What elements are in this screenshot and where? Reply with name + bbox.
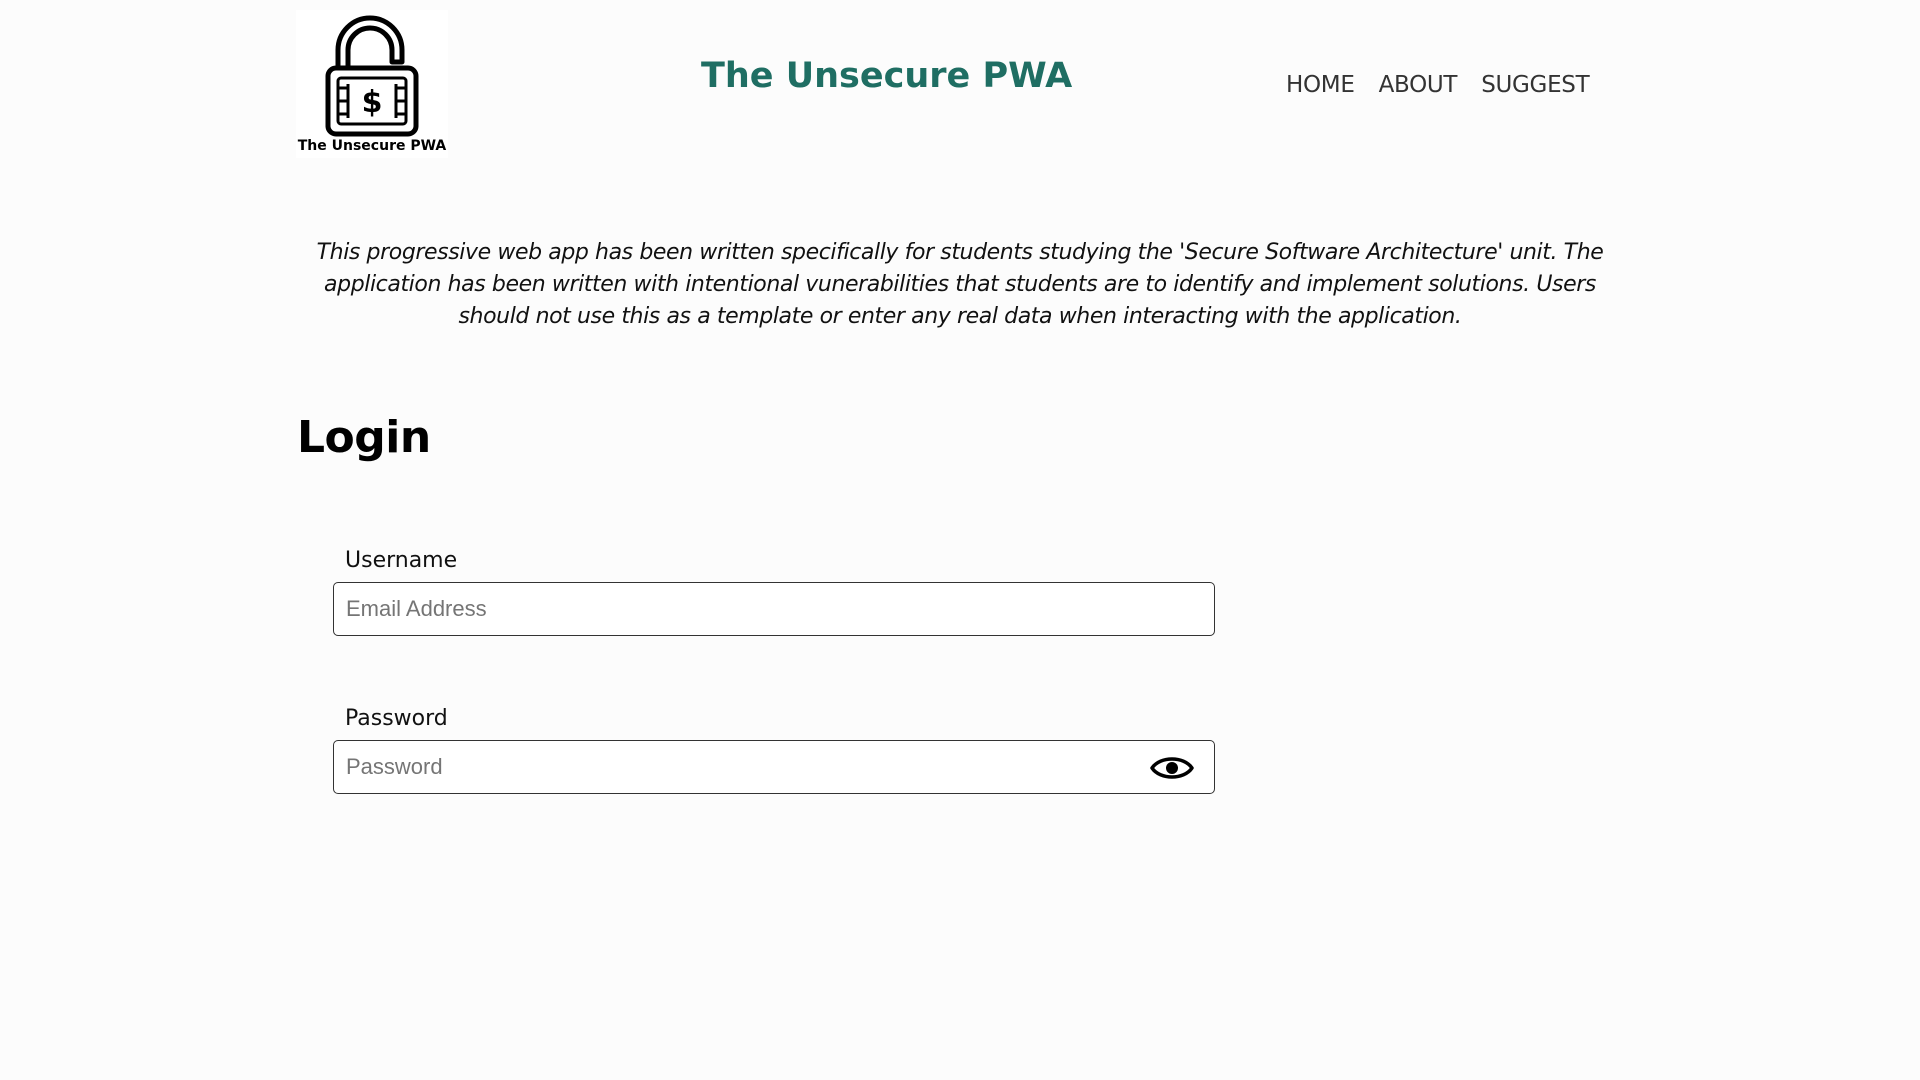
intro-disclaimer: This progressive web app has been writte…	[316, 240, 1604, 329]
login-heading: Login	[297, 412, 431, 463]
password-input[interactable]	[346, 741, 1166, 793]
username-field	[333, 582, 1215, 636]
site-logo[interactable]: $ The Unsecure PWA	[296, 10, 448, 158]
nav-suggest-link[interactable]: SUGGEST	[1481, 72, 1589, 98]
svg-text:$: $	[362, 85, 383, 120]
username-input[interactable]	[346, 583, 1166, 635]
logo-caption: The Unsecure PWA	[297, 138, 447, 154]
show-password-button[interactable]	[1150, 752, 1194, 784]
page: $ The Unsecure PWA The Unsecure PWA HOME…	[0, 0, 1920, 1080]
main-nav: HOME ABOUT SUGGEST	[1286, 72, 1590, 98]
password-label: Password	[345, 706, 448, 731]
padlock-dollar-icon: $	[325, 15, 419, 137]
password-field	[333, 740, 1215, 794]
nav-about-link[interactable]: ABOUT	[1379, 72, 1458, 98]
eye-icon	[1150, 757, 1194, 779]
username-label: Username	[345, 548, 458, 573]
nav-home-link[interactable]: HOME	[1286, 72, 1355, 98]
site-title: The Unsecure PWA	[701, 56, 1073, 96]
